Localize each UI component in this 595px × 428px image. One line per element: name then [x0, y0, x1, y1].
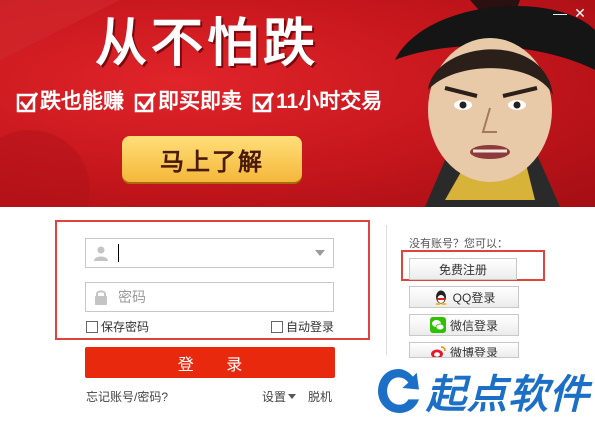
settings-dropdown[interactable]: 设置 [262, 388, 297, 405]
username-field[interactable] [85, 238, 334, 268]
password-placeholder: 密码 [118, 289, 146, 305]
site-watermark: 起点软件 [375, 356, 590, 426]
wechat-login-label: 微信登录 [449, 318, 498, 333]
feature-label: 跌也能赚 [40, 90, 124, 113]
feature-item: 11小时交易 [252, 88, 382, 116]
remember-password-checkbox[interactable]: 保存密码 [86, 318, 149, 335]
chevron-down-icon [288, 394, 297, 399]
no-account-prompt: 没有账号？您可以： [409, 238, 508, 250]
offline-link[interactable]: 脱机 [308, 388, 332, 405]
feature-item: 即买即卖 [134, 88, 242, 116]
remember-password-label: 保存密码 [101, 320, 150, 334]
minimize-button[interactable]: — [553, 6, 567, 20]
qq-login-button[interactable]: QQ登录 [409, 286, 519, 308]
wechat-icon [429, 317, 446, 333]
free-register-button[interactable]: 免费注册 [409, 258, 517, 280]
auto-login-label: 自动登录 [286, 320, 335, 334]
watermark-logo-icon [378, 369, 419, 413]
login-button[interactable]: 登 录 [85, 347, 335, 378]
close-button[interactable]: ✕ [573, 6, 587, 20]
chevron-down-icon[interactable] [315, 250, 325, 256]
qq-penguin-icon [433, 289, 449, 305]
check-mark-icon [16, 92, 38, 113]
feature-item: 跌也能赚 [16, 88, 124, 116]
feature-label: 即买即卖 [158, 90, 242, 113]
ad-banner[interactable]: 从不怕跌 跌也能赚 即买即卖 11小时交易 马上了解 — ✕ [0, 0, 595, 207]
wechat-login-button[interactable]: 微信登录 [409, 314, 519, 336]
feature-label: 11小时交易 [276, 90, 383, 113]
auto-login-checkbox[interactable]: 自动登录 [271, 318, 334, 335]
qq-login-label: QQ登录 [452, 290, 496, 305]
watermark-text: 起点软件 [426, 372, 590, 418]
check-mark-icon [252, 92, 274, 113]
forgot-password-link[interactable]: 忘记账号/密码? [86, 388, 168, 405]
password-field[interactable]: 密码 [85, 282, 334, 312]
banner-feature-list: 跌也能赚 即买即卖 11小时交易 [16, 88, 382, 116]
portrait-illustration [395, 5, 595, 207]
learn-more-button[interactable]: 马上了解 [122, 136, 302, 182]
checkbox-box[interactable] [86, 320, 98, 333]
text-cursor [118, 244, 119, 262]
register-label: 免费注册 [438, 262, 487, 277]
check-mark-icon [134, 92, 156, 113]
lock-icon [86, 283, 116, 311]
vertical-divider [386, 225, 387, 355]
banner-headline: 从不怕跌 [95, 13, 320, 74]
user-icon [86, 239, 116, 267]
checkbox-box[interactable] [271, 320, 283, 333]
settings-label: 设置 [262, 390, 287, 404]
